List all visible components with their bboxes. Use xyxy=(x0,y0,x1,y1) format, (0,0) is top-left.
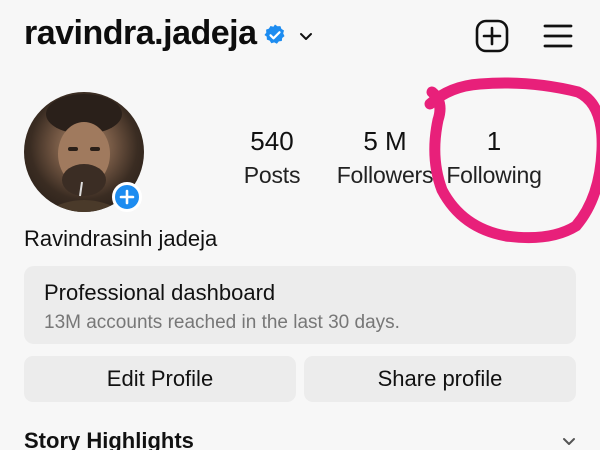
followers-count[interactable]: 5 M Followers xyxy=(330,126,440,192)
chevron-down-icon xyxy=(299,32,312,40)
add-story-button[interactable] xyxy=(112,182,142,212)
chevron-down-icon[interactable] xyxy=(561,433,577,449)
share-profile-button[interactable]: Share profile xyxy=(304,356,576,402)
account-switcher[interactable]: ravindra.jadeja xyxy=(24,14,315,53)
following-count[interactable]: 1 Following xyxy=(444,126,544,192)
following-value: 1 xyxy=(486,126,502,156)
verified-badge-icon xyxy=(264,24,285,44)
dashboard-subtitle: 13M accounts reached in the last 30 days… xyxy=(44,312,400,333)
posts-value: 540 xyxy=(250,126,294,156)
story-highlights-label: Story Highlights xyxy=(24,428,194,450)
professional-dashboard-card[interactable]: Professional dashboard 13M accounts reac… xyxy=(24,266,576,344)
edit-profile-button[interactable]: Edit Profile xyxy=(24,356,296,402)
new-post-button[interactable] xyxy=(474,18,510,54)
menu-button[interactable] xyxy=(540,18,576,54)
posts-label: Posts xyxy=(243,162,301,188)
dashboard-title: Professional dashboard xyxy=(44,280,276,305)
followers-label: Followers xyxy=(336,162,434,188)
following-label: Following xyxy=(446,162,542,188)
followers-value: 5 M xyxy=(363,126,407,156)
username: ravindra.jadeja xyxy=(24,14,257,52)
plus-icon xyxy=(119,189,135,205)
profile-header: ravindra.jadeja xyxy=(0,0,600,75)
full-name: Ravindrasinh jadeja xyxy=(24,226,218,251)
profile-screen: ravindra.jadeja 540 Posts 5 M Followers … xyxy=(0,0,600,450)
posts-count[interactable]: 540 Posts xyxy=(232,126,312,192)
